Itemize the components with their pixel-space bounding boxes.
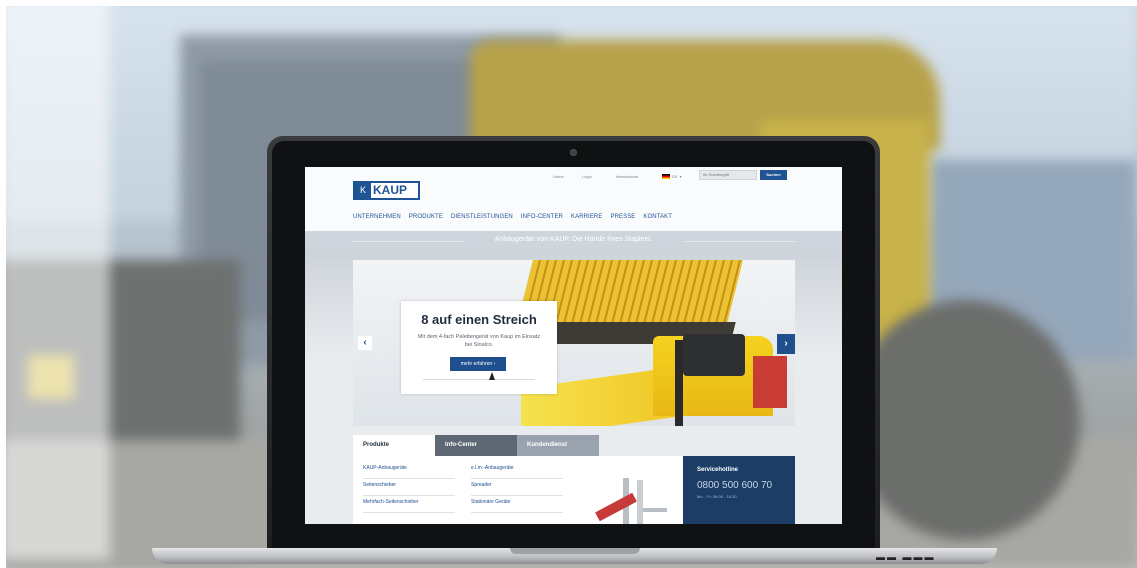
nav-item-info-center[interactable]: INFO-CENTER [521, 214, 563, 220]
international-link[interactable]: International [616, 174, 638, 179]
nav-item-kontakt[interactable]: KONTAKT [643, 214, 672, 220]
webcam-icon [570, 149, 577, 156]
tagline-band: Anbaugeräte von KAUP. Die Hände Ihres St… [305, 231, 842, 251]
product-link[interactable]: KAUP-Anbaugeräte [363, 462, 455, 479]
hotline-hours: Mo. - Fr. 08.00 - 18.00 [697, 494, 737, 499]
laptop-base [152, 548, 997, 564]
german-flag-icon [662, 173, 670, 179]
search-button[interactable]: Suchen [760, 170, 787, 180]
promo-title: 8 auf einen Streich [421, 312, 537, 327]
product-link[interactable]: Mehrfach-Seitenschieber [363, 496, 455, 513]
slider-prev-button[interactable]: ‹ [358, 336, 372, 350]
language-label: DE [672, 173, 678, 179]
hotline-title: Servicehotline [697, 467, 739, 473]
products-panel: KAUP-Anbaugeräte Seitenschieber Mehrfach… [353, 456, 795, 524]
product-link[interactable]: Seitenschieber [363, 479, 455, 496]
product-list-right: e.l.m.-Anbaugeräte Spreader Stationäre G… [471, 462, 563, 513]
chevron-down-icon: ▾ [679, 173, 682, 179]
product-link[interactable]: e.l.m.-Anbaugeräte [471, 462, 563, 479]
nav-item-unternehmen[interactable]: UNTERNEHMEN [353, 214, 401, 220]
nav-item-produkte[interactable]: PRODUKTE [409, 214, 443, 220]
hero-promo-box: 8 auf einen Streich Mit dem 4-fach Palet… [401, 301, 557, 394]
tab-kundendienst[interactable]: Kundendienst [517, 435, 599, 456]
tab-info-center[interactable]: Info-Center [435, 435, 517, 456]
promo-text: Mit dem 4-fach Palettengerät von Kaup im… [417, 334, 541, 348]
home-link[interactable]: Home [553, 174, 564, 179]
mouse-pointer-icon [489, 372, 495, 380]
product-link[interactable]: Stationäre Geräte [471, 496, 563, 513]
main-navigation: UNTERNEHMEN PRODUKTE DIENSTLEISTUNGEN IN… [353, 214, 680, 220]
service-hotline-box: Servicehotline 0800 500 600 70 Mo. - Fr.… [683, 456, 795, 524]
search-input[interactable]: Ihr Suchbegriff [699, 170, 757, 180]
product-link[interactable]: Spreader [471, 479, 563, 496]
promo-divider [423, 379, 535, 380]
nav-item-dienstleistungen[interactable]: DIENSTLEISTUNGEN [451, 214, 513, 220]
tagline-text: Anbaugeräte von KAUP. Die Hände Ihres St… [494, 236, 653, 243]
product-image [583, 478, 677, 524]
language-select[interactable]: DE ▾ [662, 173, 682, 179]
tab-produkte[interactable]: Produkte [353, 435, 435, 456]
base-indicator: ▬▬ ▬▬▬ [876, 552, 936, 562]
nav-item-karriere[interactable]: KARRIERE [571, 214, 602, 220]
login-link[interactable]: Login [582, 174, 592, 179]
product-tabs: Produkte Info-Center Kundendienst [353, 435, 599, 456]
slider-next-button[interactable]: › [777, 334, 795, 354]
more-info-button[interactable]: mehr erfahren › [450, 357, 506, 371]
hotline-phone[interactable]: 0800 500 600 70 [697, 480, 772, 491]
nav-item-presse[interactable]: PRESSE [610, 214, 635, 220]
laptop-frame: K KAUP Home Login International DE ▾ Ihr… [267, 136, 880, 552]
product-list-left: KAUP-Anbaugeräte Seitenschieber Mehrfach… [363, 462, 455, 513]
logo-wordmark: KAUP [373, 183, 408, 197]
laptop-screen: K KAUP Home Login International DE ▾ Ihr… [305, 167, 842, 524]
kaup-logo[interactable]: K KAUP [353, 181, 420, 200]
laptop-notch [510, 548, 640, 554]
logo-mark-icon: K [355, 183, 371, 198]
